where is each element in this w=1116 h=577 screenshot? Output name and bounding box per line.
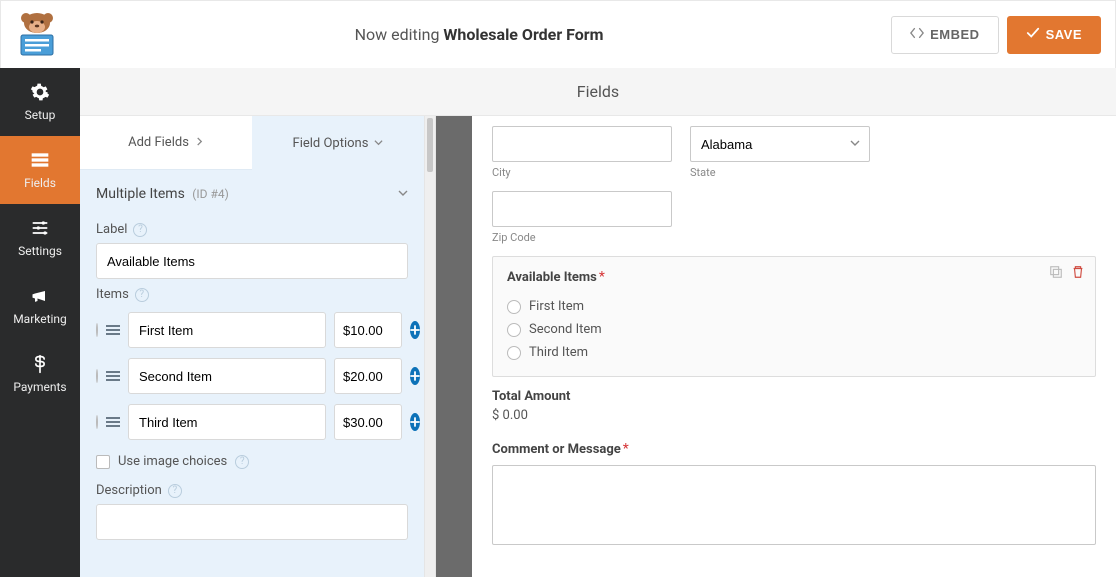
radio-option[interactable]: Third Item	[507, 341, 1081, 364]
comment-label: Comment or Message	[492, 442, 621, 457]
drag-handle-icon[interactable]	[106, 325, 120, 335]
city-label: City	[492, 166, 672, 179]
description-input[interactable]	[96, 504, 408, 540]
available-items-field[interactable]: Available Items* First Item Second Item Th…	[492, 256, 1096, 377]
wpforms-logo	[7, 10, 67, 60]
sidebar-item-settings[interactable]: Settings	[0, 204, 80, 272]
radio-label: First Item	[529, 299, 584, 314]
code-icon	[910, 26, 924, 43]
help-icon[interactable]: ?	[135, 288, 149, 302]
drag-handle-icon[interactable]	[106, 371, 120, 381]
city-input[interactable]	[492, 126, 672, 162]
description-label: Description ?	[96, 483, 408, 498]
save-button[interactable]: SAVE	[1007, 16, 1101, 54]
sidebar-item-payments[interactable]: Payments	[0, 340, 80, 408]
item-name-input[interactable]	[128, 312, 326, 348]
label-label: Label ?	[96, 222, 408, 237]
item-radio[interactable]	[96, 415, 98, 429]
chevron-down-icon	[374, 136, 383, 151]
item-name-input[interactable]	[128, 358, 326, 394]
item-name-input[interactable]	[128, 404, 326, 440]
item-price-input[interactable]	[334, 358, 402, 394]
radio-label: Third Item	[529, 345, 588, 360]
item-radio[interactable]	[96, 369, 98, 383]
item-row	[96, 358, 408, 394]
tab-add-fields[interactable]: Add Fields	[80, 116, 252, 170]
dollar-icon	[30, 354, 50, 374]
state-label: State	[690, 166, 870, 179]
radio-option[interactable]: Second Item	[507, 318, 1081, 341]
add-item-button[interactable]	[410, 367, 420, 385]
use-image-choices-checkbox[interactable]	[96, 455, 110, 469]
panel-scrollbar[interactable]	[424, 116, 436, 577]
comment-textarea[interactable]	[492, 465, 1096, 545]
check-icon	[1026, 26, 1040, 43]
megaphone-icon	[30, 286, 50, 306]
radio-label: Second Item	[529, 322, 602, 337]
required-star: *	[599, 269, 605, 285]
total-amount-value: $ 0.00	[492, 408, 1096, 423]
fields-header: Fields	[80, 68, 1116, 116]
radio-icon	[507, 323, 521, 337]
add-item-button[interactable]	[410, 413, 420, 431]
zip-input[interactable]	[492, 191, 672, 227]
label-input[interactable]	[96, 243, 408, 279]
duplicate-icon[interactable]	[1049, 265, 1063, 279]
item-price-input[interactable]	[334, 404, 402, 440]
trash-icon[interactable]	[1071, 265, 1085, 279]
section-multiple-items[interactable]: Multiple Items (ID #4)	[96, 170, 408, 214]
help-icon[interactable]: ?	[133, 223, 147, 237]
required-star: *	[623, 441, 629, 457]
state-select[interactable]	[690, 126, 870, 162]
radio-option[interactable]: First Item	[507, 295, 1081, 318]
sidebar-item-setup[interactable]: Setup	[0, 68, 80, 136]
list-icon	[30, 150, 50, 170]
item-radio[interactable]	[96, 323, 98, 337]
help-icon[interactable]: ?	[168, 484, 182, 498]
add-item-button[interactable]	[410, 321, 420, 339]
gear-icon	[30, 82, 50, 102]
sidebar-item-fields[interactable]: Fields	[0, 136, 80, 204]
tab-field-options[interactable]: Field Options	[252, 116, 424, 170]
radio-icon	[507, 346, 521, 360]
sliders-icon	[30, 218, 50, 238]
item-row	[96, 312, 408, 348]
use-image-choices-label: Use image choices	[118, 454, 227, 469]
help-icon[interactable]: ?	[235, 455, 249, 469]
drag-handle-icon[interactable]	[106, 417, 120, 427]
chevron-down-icon	[398, 186, 408, 202]
item-price-input[interactable]	[334, 312, 402, 348]
zip-label: Zip Code	[492, 231, 672, 244]
available-items-title: Available Items	[507, 270, 597, 285]
chevron-right-icon	[195, 135, 204, 150]
items-label: Items ?	[96, 287, 408, 302]
total-amount-label: Total Amount	[492, 389, 1096, 404]
sidebar-item-marketing[interactable]: Marketing	[0, 272, 80, 340]
main-sidebar: Setup Fields Settings Marketing Payments	[0, 68, 80, 577]
radio-icon	[507, 300, 521, 314]
embed-button[interactable]: EMBED	[891, 16, 998, 54]
item-row	[96, 404, 408, 440]
scrollbar-thumb[interactable]	[427, 118, 433, 172]
page-title: Now editing Wholesale Order Form	[67, 25, 891, 44]
